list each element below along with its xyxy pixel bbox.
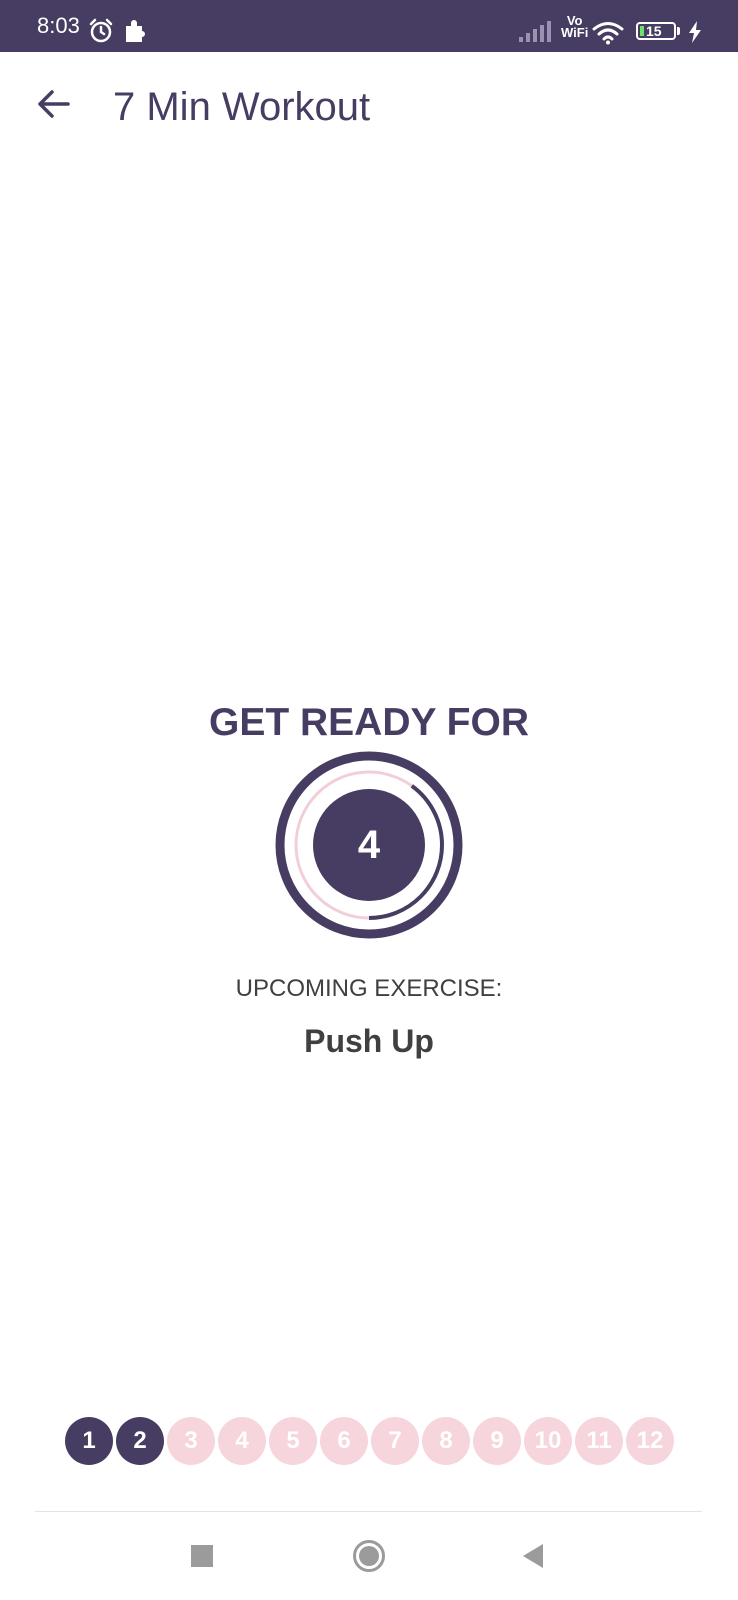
step-indicator: 7 xyxy=(371,1417,419,1465)
step-indicator: 10 xyxy=(524,1417,572,1465)
step-indicator: 5 xyxy=(269,1417,317,1465)
step-indicator: 3 xyxy=(167,1417,215,1465)
recents-square-icon[interactable] xyxy=(191,1545,213,1567)
battery-level: 15 xyxy=(646,23,662,39)
battery-tip xyxy=(677,27,680,35)
countdown-timer: 4 xyxy=(274,750,464,940)
wifi-icon xyxy=(592,22,624,45)
timer-value: 4 xyxy=(357,823,381,867)
vowifi-indicator: Vo WiFi xyxy=(561,14,589,40)
puzzle-icon xyxy=(126,20,145,42)
status-bar: 8:03 Vo WiFi 15 xyxy=(0,0,738,52)
nav-divider xyxy=(35,1511,702,1512)
upcoming-exercise-name: Push Up xyxy=(304,1023,434,1059)
battery-icon: 15 xyxy=(636,22,676,40)
charging-icon xyxy=(689,21,701,43)
get-ready-heading: GET READY FOR xyxy=(209,701,529,744)
signal-icon xyxy=(519,21,551,42)
step-indicator: 12 xyxy=(626,1417,674,1465)
page-title: 7 Min Workout xyxy=(113,85,371,129)
step-indicator: 2 xyxy=(116,1417,164,1465)
alarm-icon xyxy=(89,18,113,43)
step-indicator: 4 xyxy=(218,1417,266,1465)
back-triangle-icon[interactable] xyxy=(521,1543,545,1569)
battery-fill xyxy=(640,26,644,36)
home-circle-icon[interactable] xyxy=(352,1539,386,1573)
status-time: 8:03 xyxy=(37,13,80,38)
arrow-left-icon xyxy=(38,90,70,118)
vowifi-label-bottom: WiFi xyxy=(561,25,589,40)
step-indicator: 11 xyxy=(575,1417,623,1465)
back-button[interactable] xyxy=(30,80,78,128)
app-bar: 7 Min Workout xyxy=(0,52,738,160)
upcoming-exercise-label: UPCOMING EXERCISE: xyxy=(235,975,503,1002)
exercise-progress-steps: 1 2 3 4 5 6 7 8 9 10 11 12 xyxy=(0,1417,738,1465)
step-indicator: 9 xyxy=(473,1417,521,1465)
step-indicator: 1 xyxy=(65,1417,113,1465)
step-indicator: 6 xyxy=(320,1417,368,1465)
step-indicator: 8 xyxy=(422,1417,470,1465)
